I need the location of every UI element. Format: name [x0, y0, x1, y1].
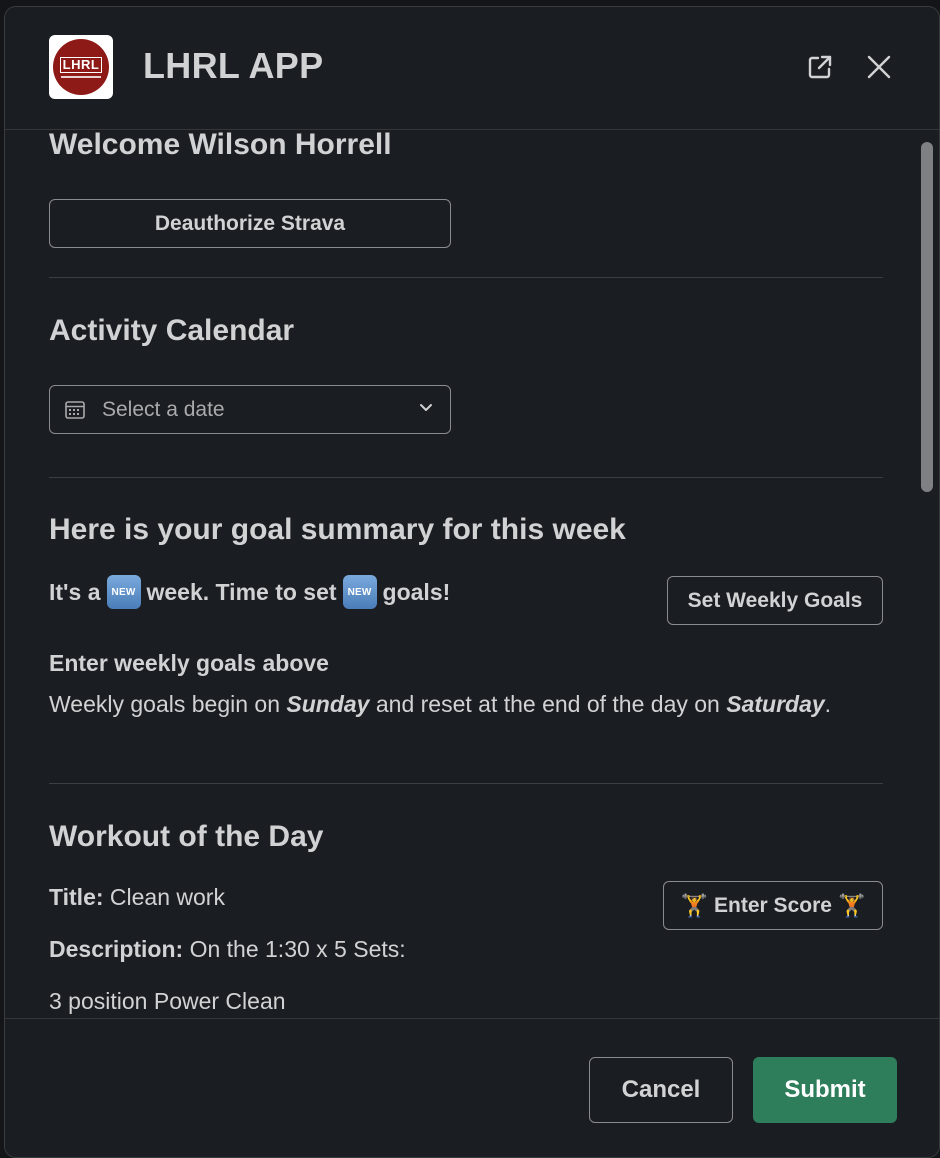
activity-calendar-heading: Activity Calendar — [49, 314, 295, 347]
modal-footer: Cancel Submit — [5, 1018, 939, 1157]
wod-title-line: Title: Clean work — [49, 884, 225, 911]
app-logo: LHRL — [49, 35, 113, 99]
wod-title-value: Clean work — [103, 884, 225, 910]
scrollbar-thumb[interactable] — [921, 142, 933, 492]
chevron-down-icon — [420, 404, 432, 411]
date-picker-placeholder: Select a date — [102, 397, 225, 421]
close-button[interactable] — [861, 49, 897, 85]
sunday-text: Sunday — [286, 691, 370, 717]
external-link-icon — [808, 55, 832, 79]
wod-description-label: Description: — [49, 936, 184, 962]
weightlifter-icon: 🏋 — [837, 892, 866, 918]
scrollbar[interactable] — [921, 142, 935, 492]
modal-body[interactable]: Welcome Wilson Horrell Deauthorize Strav… — [5, 130, 939, 1018]
new-week-message: It's a NEW week. Time to set NEW goals! — [49, 575, 450, 609]
wod-detail-line: 3 position Power Clean — [49, 988, 286, 1014]
enter-weekly-goals-heading: Enter weekly goals above — [49, 650, 329, 676]
open-in-new-window-button[interactable] — [802, 49, 838, 85]
new-week-text-2: week. Time to set — [146, 578, 337, 605]
weekly-text-part1: Weekly goals begin on — [49, 691, 287, 717]
goal-summary-heading: Here is your goal summary for this week — [49, 513, 626, 546]
deauthorize-strava-button[interactable]: Deauthorize Strava — [49, 199, 451, 248]
date-picker[interactable]: Select a date — [49, 385, 451, 434]
new-icon: NEW — [106, 575, 141, 609]
enter-score-label: Enter Score — [714, 893, 832, 917]
weekly-goals-description: Weekly goals begin on Sunday and reset a… — [49, 685, 849, 723]
close-icon — [867, 55, 891, 79]
weightlifter-icon: 🏋 — [680, 892, 709, 918]
logo-circle: LHRL — [53, 39, 109, 95]
logo-text: LHRL — [59, 56, 103, 73]
wod-description-line: Description: On the 1:30 x 5 Sets: — [49, 936, 406, 963]
calendar-icon — [65, 400, 85, 419]
divider — [49, 477, 883, 478]
saturday-text: Saturday — [726, 691, 825, 717]
enter-score-button[interactable]: 🏋 Enter Score 🏋 — [663, 881, 883, 930]
app-title: LHRL APP — [143, 45, 324, 86]
new-week-text-1: It's a — [49, 578, 101, 605]
welcome-heading: Welcome Wilson Horrell — [49, 130, 392, 161]
divider — [49, 277, 883, 278]
divider — [49, 783, 883, 784]
logo-underline — [61, 75, 101, 78]
new-week-text-3: goals! — [382, 578, 451, 605]
cancel-button[interactable]: Cancel — [589, 1057, 733, 1123]
workout-of-the-day-heading: Workout of the Day — [49, 820, 324, 853]
app-modal: LHRL LHRL APP Welcome Wilson Horrell Dea… — [4, 6, 940, 1158]
submit-button[interactable]: Submit — [753, 1057, 897, 1123]
weekly-text-part2: and reset at the end of the day on — [369, 691, 727, 717]
set-weekly-goals-button[interactable]: Set Weekly Goals — [667, 576, 883, 625]
modal-header: LHRL LHRL APP — [5, 7, 939, 130]
new-icon: NEW — [342, 575, 377, 609]
wod-title-label: Title: — [49, 884, 104, 910]
wod-description-value: On the 1:30 x 5 Sets: — [183, 936, 406, 962]
weekly-text-part3: . — [824, 691, 832, 717]
